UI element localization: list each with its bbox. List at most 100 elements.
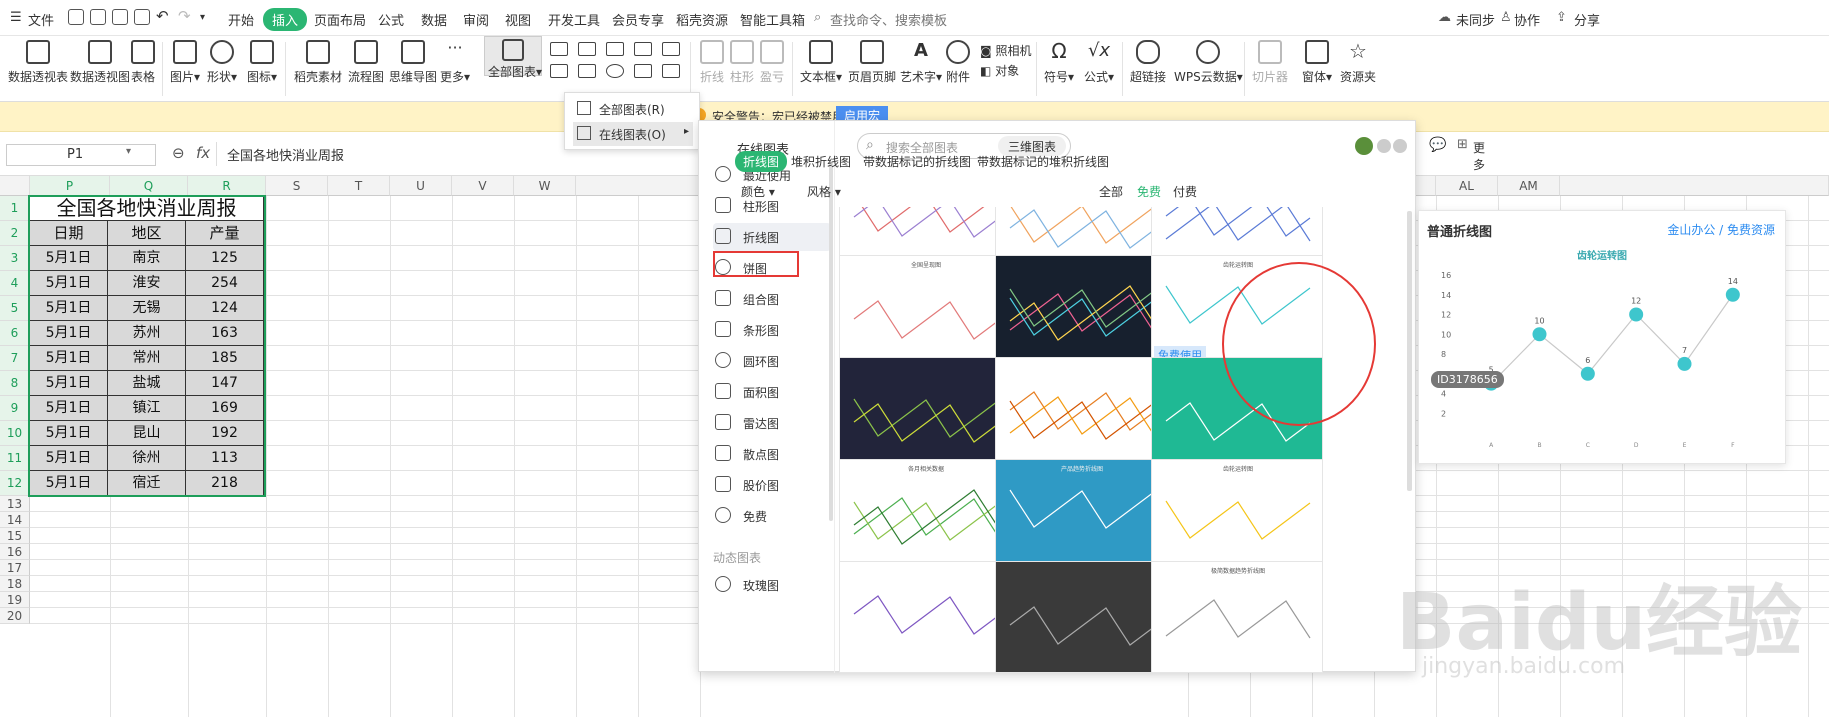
picture-button[interactable]: 图片▾ [170,40,200,85]
chart-template-thumbnail[interactable]: 各月相关数据 [839,459,1011,571]
column-header[interactable]: AM [1498,176,1560,196]
chart-template-thumbnail[interactable]: 产品趋势折线图 [995,459,1167,571]
area-chart-small-icon[interactable] [550,64,568,78]
tab-smart-tools[interactable]: 智能工具箱 [740,10,805,29]
tab-home[interactable]: 开始 [228,10,254,29]
share-icon[interactable]: ⇪ [1556,10,1567,25]
filter-free[interactable]: 免费 [1137,183,1161,200]
chart-tab[interactable]: 带数据标记的折线图 [863,153,971,170]
tab-member[interactable]: 会员专享 [612,10,664,29]
camera-button[interactable]: ◙ 照相机 [980,42,1032,59]
pivot-table-button[interactable]: 数据透视表 [8,40,68,85]
panel-more-button[interactable]: 更多 [1473,139,1485,173]
object-button[interactable]: ◧ 对象 [980,62,1019,79]
pie-chart-icon[interactable] [606,64,624,78]
chart-tab[interactable]: 带数据标记的堆积折线图 [977,153,1109,170]
select-all-corner[interactable] [0,176,30,196]
chart-template-thumbnail[interactable]: 齿轮运转图 [1151,459,1323,571]
preview-source-link[interactable]: 金山办公 / 免费资源 [1667,221,1775,238]
column-header[interactable]: T [328,176,390,196]
save-icon[interactable] [68,9,84,25]
sync-status[interactable]: 未同步 [1456,10,1495,29]
category-combo[interactable]: 组合图 [713,285,831,313]
hyperlink-button[interactable]: 超链接 [1130,40,1166,85]
row-header[interactable]: 5 [0,296,30,321]
icon-button[interactable]: 图标▾ [247,40,277,85]
row-header[interactable]: 15 [0,528,30,544]
bar-chart-horizontal-icon[interactable] [578,42,596,56]
chart-template-thumbnail[interactable] [995,255,1167,367]
line-chart-icon[interactable] [606,42,624,56]
slicer-button[interactable]: 切片器 [1252,40,1288,85]
mindmap-button[interactable]: 思维导图 [389,40,437,85]
column-header[interactable]: P [30,176,110,196]
category-rose-chart[interactable]: 玫瑰图 [713,571,831,599]
all-charts-button[interactable]: 全部图表▾ [484,36,542,79]
column-header[interactable]: AL [1436,176,1498,196]
tab-view[interactable]: 视图 [505,10,531,29]
print-icon[interactable] [112,9,128,25]
row-header[interactable]: 14 [0,512,30,528]
row-header[interactable]: 8 [0,371,30,396]
category-line[interactable]: 折线图 [713,223,831,251]
header-footer-button[interactable]: 页眉页脚 [848,40,896,85]
sidebar-scrollbar[interactable] [829,161,833,521]
table-button[interactable]: 表格 [131,40,155,85]
scatter-chart-icon[interactable] [634,64,652,78]
command-search[interactable]: 查找命令、搜索模板 [830,10,947,29]
shape-button[interactable]: 形状▾ [207,40,237,85]
name-box[interactable]: P1 [6,144,156,166]
dropdown-online-charts[interactable]: 在线图表(O) ▸ [573,122,693,146]
menu-icon[interactable]: ☰ [10,10,22,25]
row-header[interactable]: 18 [0,576,30,592]
row-header[interactable]: 3 [0,246,30,271]
wordart-button[interactable]: A 艺术字▾ [900,40,942,85]
combo-chart-icon[interactable] [578,64,596,78]
sparkline-winloss-button[interactable]: 盈亏 [760,40,784,85]
style-filter[interactable]: 风格 ▾ [807,183,841,200]
undo-icon[interactable]: ↶ [156,7,169,25]
symbol-button[interactable]: Ω 符号▾ [1044,40,1074,85]
chart-template-thumbnail[interactable] [995,561,1167,673]
chart-template-thumbnail[interactable]: 极简数据趋势折线图 [1151,561,1323,673]
chart-template-thumbnail[interactable] [995,357,1167,469]
formula-button[interactable]: √x 公式▾ [1084,40,1114,85]
category-scatter[interactable]: 散点图 [713,440,831,468]
pivot-chart-button[interactable]: 数据透视图 [70,40,130,85]
row-header[interactable]: 7 [0,346,30,371]
column-chart-icon[interactable] [550,42,568,56]
row-header[interactable]: 2 [0,221,30,246]
category-donut[interactable]: 圆环图 [713,347,831,375]
tab-page-layout[interactable]: 页面布局 [314,10,366,29]
attachment-button[interactable]: 附件 [946,40,970,85]
save-as-icon[interactable] [90,9,106,25]
filter-paid[interactable]: 付费 [1173,183,1197,200]
row-header[interactable]: 6 [0,321,30,346]
chart-tab[interactable]: 堆积折线图 [791,153,851,170]
feedback-icon[interactable]: 💬 [1429,137,1446,153]
redo-icon[interactable]: ↷ [178,7,191,25]
column-header[interactable]: R [188,176,266,196]
row-header[interactable]: 19 [0,592,30,608]
tab-review[interactable]: 审阅 [463,10,489,29]
textbox-button[interactable]: 文本框▾ [800,40,842,85]
zoom-search-icon[interactable]: ⊖ [172,144,185,162]
tab-data[interactable]: 数据 [421,10,447,29]
row-header[interactable]: 1 [0,196,30,221]
resource-folder-button[interactable]: ☆ 资源夹 [1340,40,1376,85]
chart-tab[interactable]: 折线图 [735,151,788,172]
color-filter[interactable]: 颜色 ▾ [741,183,775,200]
row-header[interactable]: 4 [0,271,30,296]
avatar[interactable] [1355,137,1373,155]
filter-all[interactable]: 全部 [1099,183,1123,200]
form-button[interactable]: 窗体▾ [1302,40,1332,85]
tab-insert[interactable]: 插入 [263,8,308,31]
row-header[interactable]: 13 [0,496,30,512]
wps-cloud-data-button[interactable]: WPS云数据▾ [1174,40,1243,85]
quick-access-dropdown-icon[interactable]: ▾ [200,12,205,23]
row-header[interactable]: 17 [0,560,30,576]
tab-developer[interactable]: 开发工具 [548,10,600,29]
share-button[interactable]: 分享 [1574,10,1600,29]
dropdown-all-charts[interactable]: 全部图表(R) [573,97,693,121]
area-chart-icon[interactable] [634,42,652,56]
